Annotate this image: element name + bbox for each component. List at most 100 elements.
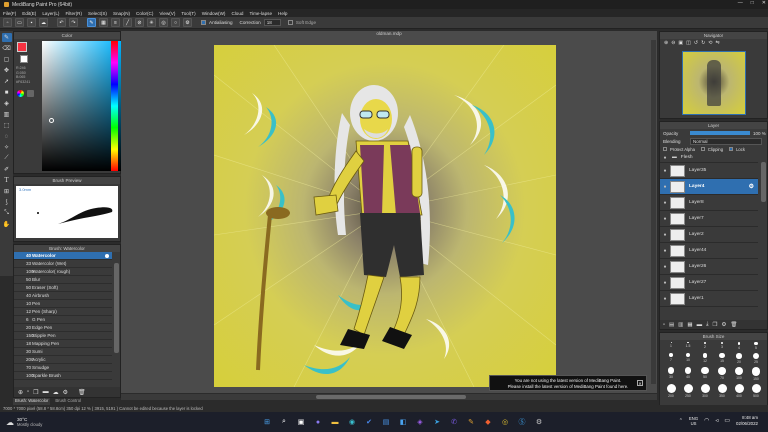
eyedropper-icon[interactable]: ⟋ — [2, 154, 12, 163]
zoom-out-icon[interactable]: ⊖ — [671, 40, 675, 46]
vertical-scrollbar[interactable] — [651, 40, 656, 384]
brush-list-item[interactable]: 70 Smudge — [14, 364, 112, 372]
brush-list-item[interactable]: 30 Sumi — [14, 348, 112, 356]
layer-row[interactable]: ● Layer44 — [660, 243, 758, 259]
layer-row[interactable]: ● Layer8 — [660, 195, 758, 211]
fit-icon[interactable]: ▣ — [678, 40, 683, 46]
brush-size-option[interactable]: 50 — [698, 367, 712, 381]
layer-row[interactable]: ● Layer26 — [660, 259, 758, 275]
settings-icon[interactable]: ⚙ — [183, 18, 192, 27]
brush-cloud-icon[interactable]: ☁ — [53, 389, 59, 396]
lasso-tool-icon[interactable]: ◌ — [2, 132, 12, 141]
text-tool-icon[interactable]: T — [2, 176, 12, 185]
actual-size-icon[interactable]: ◫ — [686, 40, 691, 46]
visibility-eye-icon[interactable]: ● — [660, 280, 670, 286]
brave-icon[interactable]: ◆ — [483, 417, 493, 427]
layer-settings-icon[interactable]: ⚙ — [721, 322, 726, 328]
brush-list-item[interactable]: 12 Pen (Sharp) — [14, 308, 112, 316]
brush-size-option[interactable]: 30 — [664, 367, 678, 381]
brush-size-option[interactable]: 200 — [664, 383, 678, 398]
brush-size-option[interactable]: 1 — [664, 342, 678, 350]
maximize-icon[interactable]: □ — [751, 0, 754, 6]
select-pen-icon[interactable]: ✐ — [2, 165, 12, 174]
tab-brush-watercolor[interactable]: Brush: Watercolor — [13, 398, 51, 405]
brush-tool-icon[interactable]: ✎ — [1, 33, 12, 42]
layer-row[interactable]: ● Layer7 — [660, 211, 758, 227]
speaker-icon[interactable]: ◃ — [715, 417, 718, 424]
color-palette-icon[interactable] — [27, 90, 34, 97]
store-icon[interactable]: ▤ — [381, 417, 391, 427]
redo-icon[interactable]: ↷ — [69, 18, 78, 27]
magic-wand-icon[interactable]: ✧ — [2, 143, 12, 152]
color-wheel-icon[interactable] — [17, 90, 24, 97]
brush-list-item[interactable]: 40 Airbrush — [14, 292, 112, 300]
horizontal-scroll-thumb[interactable] — [316, 395, 466, 399]
visibility-eye-icon[interactable]: ● — [660, 168, 670, 174]
notification-close-icon[interactable]: ✕ — [637, 380, 643, 386]
brush-size-option[interactable]: 100 — [732, 367, 746, 381]
brush-size-option[interactable]: 7 — [664, 353, 678, 364]
brush-size-option[interactable]: 20 — [732, 353, 746, 364]
brush-size-option[interactable]: 10 — [681, 353, 695, 364]
figure-tool-icon[interactable]: ■ — [2, 88, 12, 97]
search-icon[interactable]: ⌕ — [279, 417, 289, 427]
brush-list-item[interactable]: 200 Acrylic — [14, 356, 112, 364]
brush-size-option[interactable]: 350 — [715, 383, 729, 398]
menu-tool[interactable]: Tool(T) — [181, 11, 195, 16]
brush-list-item[interactable]: 100 Sparkle Brush — [14, 372, 112, 380]
add-layer-icon[interactable]: ▫ — [663, 322, 665, 328]
brush-list-item[interactable]: 100 Watercolor( rough) — [14, 268, 112, 276]
merge-layer-icon[interactable]: ⤓ — [706, 321, 708, 328]
wifi-icon[interactable]: ◠ — [704, 417, 709, 424]
brush-delete-icon[interactable]: 🗑 — [78, 389, 86, 396]
menu-edit[interactable]: Edit(E) — [22, 11, 36, 16]
menu-cloud[interactable]: Cloud — [231, 11, 243, 16]
brush-list-item[interactable]: 50 Blur — [14, 276, 112, 284]
move-tool-icon[interactable]: ✥ — [2, 66, 12, 75]
menu-timelapse[interactable]: Time-lapse — [249, 11, 272, 16]
antialiasing-checkbox[interactable] — [201, 20, 206, 25]
fill-tool-icon[interactable]: ◈ — [2, 99, 12, 108]
chrome-icon[interactable]: ◎ — [500, 417, 510, 427]
brush-size-option[interactable]: 500 — [749, 383, 763, 398]
layer-row[interactable]: ● ▬ Flesh — [660, 153, 758, 163]
brush-list-item[interactable]: 33 Watercolor (Wet) — [14, 260, 112, 268]
add-1bit-layer-icon[interactable]: ▦ — [687, 322, 692, 328]
visibility-eye-icon[interactable]: ● — [660, 248, 670, 254]
add-8bit-layer-icon[interactable]: ▥ — [678, 322, 683, 328]
zoom-in-icon[interactable]: ⊕ — [664, 40, 668, 46]
protect-alpha-checkbox[interactable] — [663, 147, 667, 151]
artwork-canvas[interactable] — [214, 45, 556, 387]
foreground-color-swatch[interactable] — [17, 42, 27, 52]
tray-chevron-icon[interactable]: ⌃ — [679, 418, 683, 424]
visibility-eye-icon[interactable]: ● — [660, 264, 670, 270]
lock-checkbox[interactable] — [729, 147, 734, 151]
brush-size-option[interactable]: 15 — [715, 353, 729, 364]
menu-filter[interactable]: Filter(R) — [65, 11, 82, 16]
task-view-icon[interactable]: ▣ — [296, 417, 306, 427]
eraser-tool-icon[interactable]: ⌫ — [2, 44, 12, 53]
reset-rotate-icon[interactable]: ⟲ — [708, 40, 712, 46]
telegram-icon[interactable]: ➤ — [432, 417, 442, 427]
menu-window[interactable]: Window(W) — [202, 11, 226, 16]
weather-widget[interactable]: ☁ 30°C Mostly cloudy — [0, 417, 120, 427]
flip-icon[interactable]: ⇋ — [715, 40, 719, 46]
gradient-tool-icon[interactable]: ▥ — [2, 110, 12, 119]
brush-size-option[interactable]: 5 — [749, 342, 763, 350]
layer-row[interactable]: ● Layer4 ⚙ — [660, 179, 758, 195]
brush-option-icon[interactable]: ✎ — [87, 18, 96, 27]
rotate-right-icon[interactable]: ↻ — [701, 40, 705, 46]
brush-list-scrollbar[interactable] — [114, 263, 119, 353]
open-file-icon[interactable]: ▭ — [15, 18, 24, 27]
brush-size-option[interactable]: 2 — [698, 342, 712, 350]
file-explorer-icon[interactable]: ▬ — [330, 417, 340, 427]
brush-size-option[interactable]: 300 — [698, 383, 712, 398]
hand-tool-icon[interactable]: ✋ — [2, 220, 12, 229]
brush-list-item[interactable]: 6G Pen — [14, 316, 112, 324]
layer-row[interactable]: ● Layer2 — [660, 227, 758, 243]
brush-size-option[interactable]: 1.5 — [681, 342, 695, 350]
brush-settings-icon[interactable]: ⚙ — [63, 389, 68, 396]
medibang-icon[interactable]: ✎ — [466, 417, 476, 427]
layer-settings-gear-icon[interactable]: ⚙ — [749, 183, 754, 190]
brush-folder-icon[interactable]: ▬ — [43, 389, 49, 395]
